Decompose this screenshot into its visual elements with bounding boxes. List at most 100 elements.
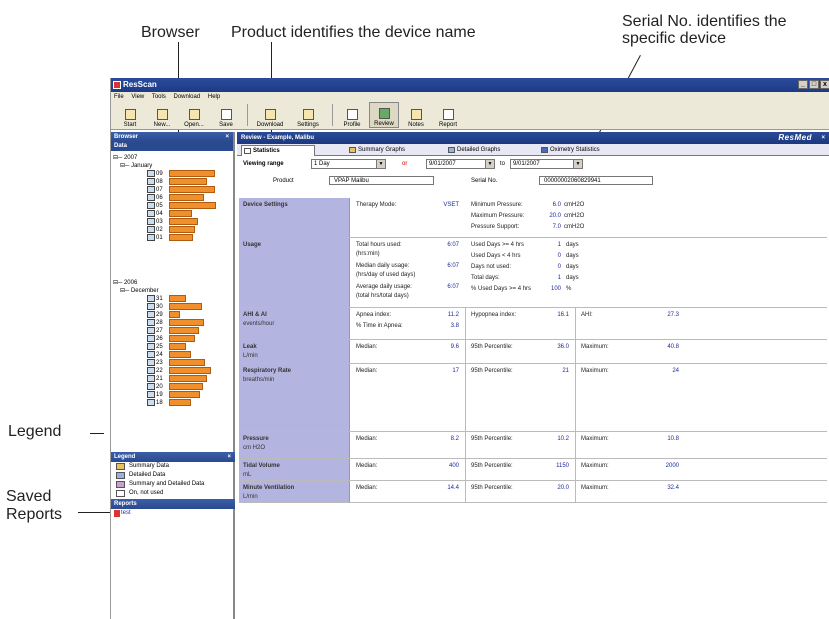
device-settings-title: Device Settings xyxy=(243,202,288,208)
legend-summary-data: Summary Data xyxy=(111,462,235,471)
legend-label: Detailed Data xyxy=(129,472,166,478)
callout-saved-reports-2: Reports xyxy=(6,506,63,523)
legend-header: Legend × xyxy=(111,452,235,462)
pressure-title: Pressure xyxy=(243,436,269,442)
usage-bar xyxy=(169,327,199,334)
minute-vent-median-value: 14.4 xyxy=(447,485,459,491)
menu-help[interactable]: Help xyxy=(208,94,220,100)
summary-data-icon xyxy=(147,295,155,302)
new-button[interactable]: New... xyxy=(147,102,177,128)
viewing-range-value: 1 Day xyxy=(314,161,330,167)
browser-close-button[interactable]: × xyxy=(225,132,229,142)
day-label: 23 xyxy=(156,360,163,366)
day-label: 02 xyxy=(156,227,163,233)
day-label: 09 xyxy=(156,171,163,177)
usage-row: Usage Total hours used: (hrs:min) 6:07 M… xyxy=(239,238,827,308)
max-pressure-value: 20.0 xyxy=(549,213,561,219)
legend-close-button[interactable]: × xyxy=(227,452,231,462)
tab-statistics[interactable]: Statistics xyxy=(241,145,315,156)
column-divider xyxy=(465,481,466,502)
viewing-range-select[interactable]: 1 Day ▼ xyxy=(311,159,386,169)
usage-bar xyxy=(169,194,204,201)
min-pressure-value: 6.0 xyxy=(552,202,561,208)
from-date-picker[interactable]: 9/01/2007 ▼ xyxy=(426,159,495,169)
menu-tools[interactable]: Tools xyxy=(152,94,166,100)
day-label: 27 xyxy=(156,328,163,334)
window-title: ResScan xyxy=(123,80,157,89)
day-label: 19 xyxy=(156,392,163,398)
usage-bar xyxy=(169,226,195,233)
viewing-range-row: Viewing range 1 Day ▼ or 9/01/2007 ▼ to 9/… xyxy=(237,157,829,175)
product-value: VPAP Malibu xyxy=(334,178,369,184)
start-label: Start xyxy=(123,122,137,128)
menu-download[interactable]: Download xyxy=(174,94,201,100)
report-item-test[interactable]: test xyxy=(111,509,235,518)
review-tabs: Statistics Summary Graphs Detailed Graph… xyxy=(237,144,829,156)
review-button[interactable]: Review xyxy=(369,102,399,128)
summary-detailed-icon xyxy=(116,481,125,488)
legend-summary-and-detailed: Summary and Detailed Data xyxy=(111,480,235,489)
review-header: Review - Example, Malibu ResMed × xyxy=(237,132,829,144)
profile-button[interactable]: Profile xyxy=(337,102,367,128)
p95-label: 95th Percentile: xyxy=(471,463,513,469)
usage-title: Usage xyxy=(243,242,262,248)
tab-detailed-graphs-label: Detailed Graphs xyxy=(457,147,501,153)
report-label: Report xyxy=(438,122,457,128)
on-not-used-icon xyxy=(116,490,125,497)
day-label: 25 xyxy=(156,344,163,350)
chevron-down-icon: ▼ xyxy=(485,160,494,168)
usage-bar xyxy=(169,202,216,209)
to-date-picker[interactable]: 9/01/2007 ▼ xyxy=(510,159,583,169)
day-label: 05 xyxy=(156,203,163,209)
report-button[interactable]: Report xyxy=(433,102,463,128)
menu-view[interactable]: View xyxy=(131,94,144,100)
tab-summary-graphs[interactable]: Summary Graphs xyxy=(347,145,405,156)
tree-year-2006[interactable]: ⊟─ 2006 xyxy=(113,279,137,287)
profile-icon xyxy=(346,109,358,120)
start-button[interactable]: Start xyxy=(115,102,145,128)
review-close-button[interactable]: × xyxy=(821,132,825,144)
tree-month-january[interactable]: ⊟─ January xyxy=(120,162,152,170)
usage-bar xyxy=(169,311,180,318)
days-unit: days xyxy=(566,253,579,259)
used-days-ge4-value: 1 xyxy=(557,242,561,248)
resscan-window: ResScan _ □ x File View Tools Download H… xyxy=(110,78,829,619)
data-tree[interactable]: ⊟─ 2007 ⊟─ January 09 08 07 06 05 04 03 02 01 ⊟─… xyxy=(111,151,233,456)
serial-label: Serial No. xyxy=(471,178,498,184)
review-title: Review - Example, Malibu xyxy=(241,135,315,141)
tab-oximetry-statistics[interactable]: Oximetry Statistics xyxy=(539,145,600,156)
minimize-button[interactable]: _ xyxy=(798,80,808,89)
tree-year-2007[interactable]: ⊟─ 2007 xyxy=(113,154,137,162)
product-field: VPAP Malibu xyxy=(329,176,434,185)
tidal-volume-title: Tidal Volume xyxy=(243,463,280,469)
summary-data-icon xyxy=(147,343,155,350)
close-window-button[interactable]: x xyxy=(820,80,829,89)
summary-data-icon xyxy=(116,463,125,470)
to-date-value: 9/01/2007 xyxy=(513,161,540,167)
open-button[interactable]: Open... xyxy=(179,102,209,128)
total-hours-value: 6:07 xyxy=(447,242,459,248)
column-divider xyxy=(575,459,576,480)
year-2006-label: 2006 xyxy=(123,280,138,286)
summary-data-icon xyxy=(147,351,155,358)
tab-detailed-graphs[interactable]: Detailed Graphs xyxy=(446,145,500,156)
ahi-unit: events/hour xyxy=(243,321,275,327)
maximize-button[interactable]: □ xyxy=(809,80,819,89)
device-settings-row: Device Settings Therapy Mode: VSET Minim… xyxy=(239,198,827,238)
therapy-mode-value: VSET xyxy=(443,202,459,208)
download-button[interactable]: Download xyxy=(252,102,288,128)
day-label: 01 xyxy=(156,235,163,241)
median-usage-sub: (hrs/day of used days) xyxy=(356,272,416,278)
apnea-index-value: 11.2 xyxy=(447,312,459,318)
tree-month-december[interactable]: ⊟─ December xyxy=(120,287,159,295)
viewing-range-label: Viewing range xyxy=(243,161,284,167)
menu-file[interactable]: File xyxy=(114,94,124,100)
settings-button[interactable]: Settings xyxy=(290,102,326,128)
time-in-apnea-label: % Time in Apnea: xyxy=(356,323,403,329)
summary-data-icon xyxy=(147,186,155,193)
notes-button[interactable]: Notes xyxy=(401,102,431,128)
day-label: 04 xyxy=(156,211,163,217)
save-button[interactable]: Save xyxy=(211,102,241,128)
app-icon xyxy=(113,81,121,89)
usage-bar xyxy=(169,178,207,185)
